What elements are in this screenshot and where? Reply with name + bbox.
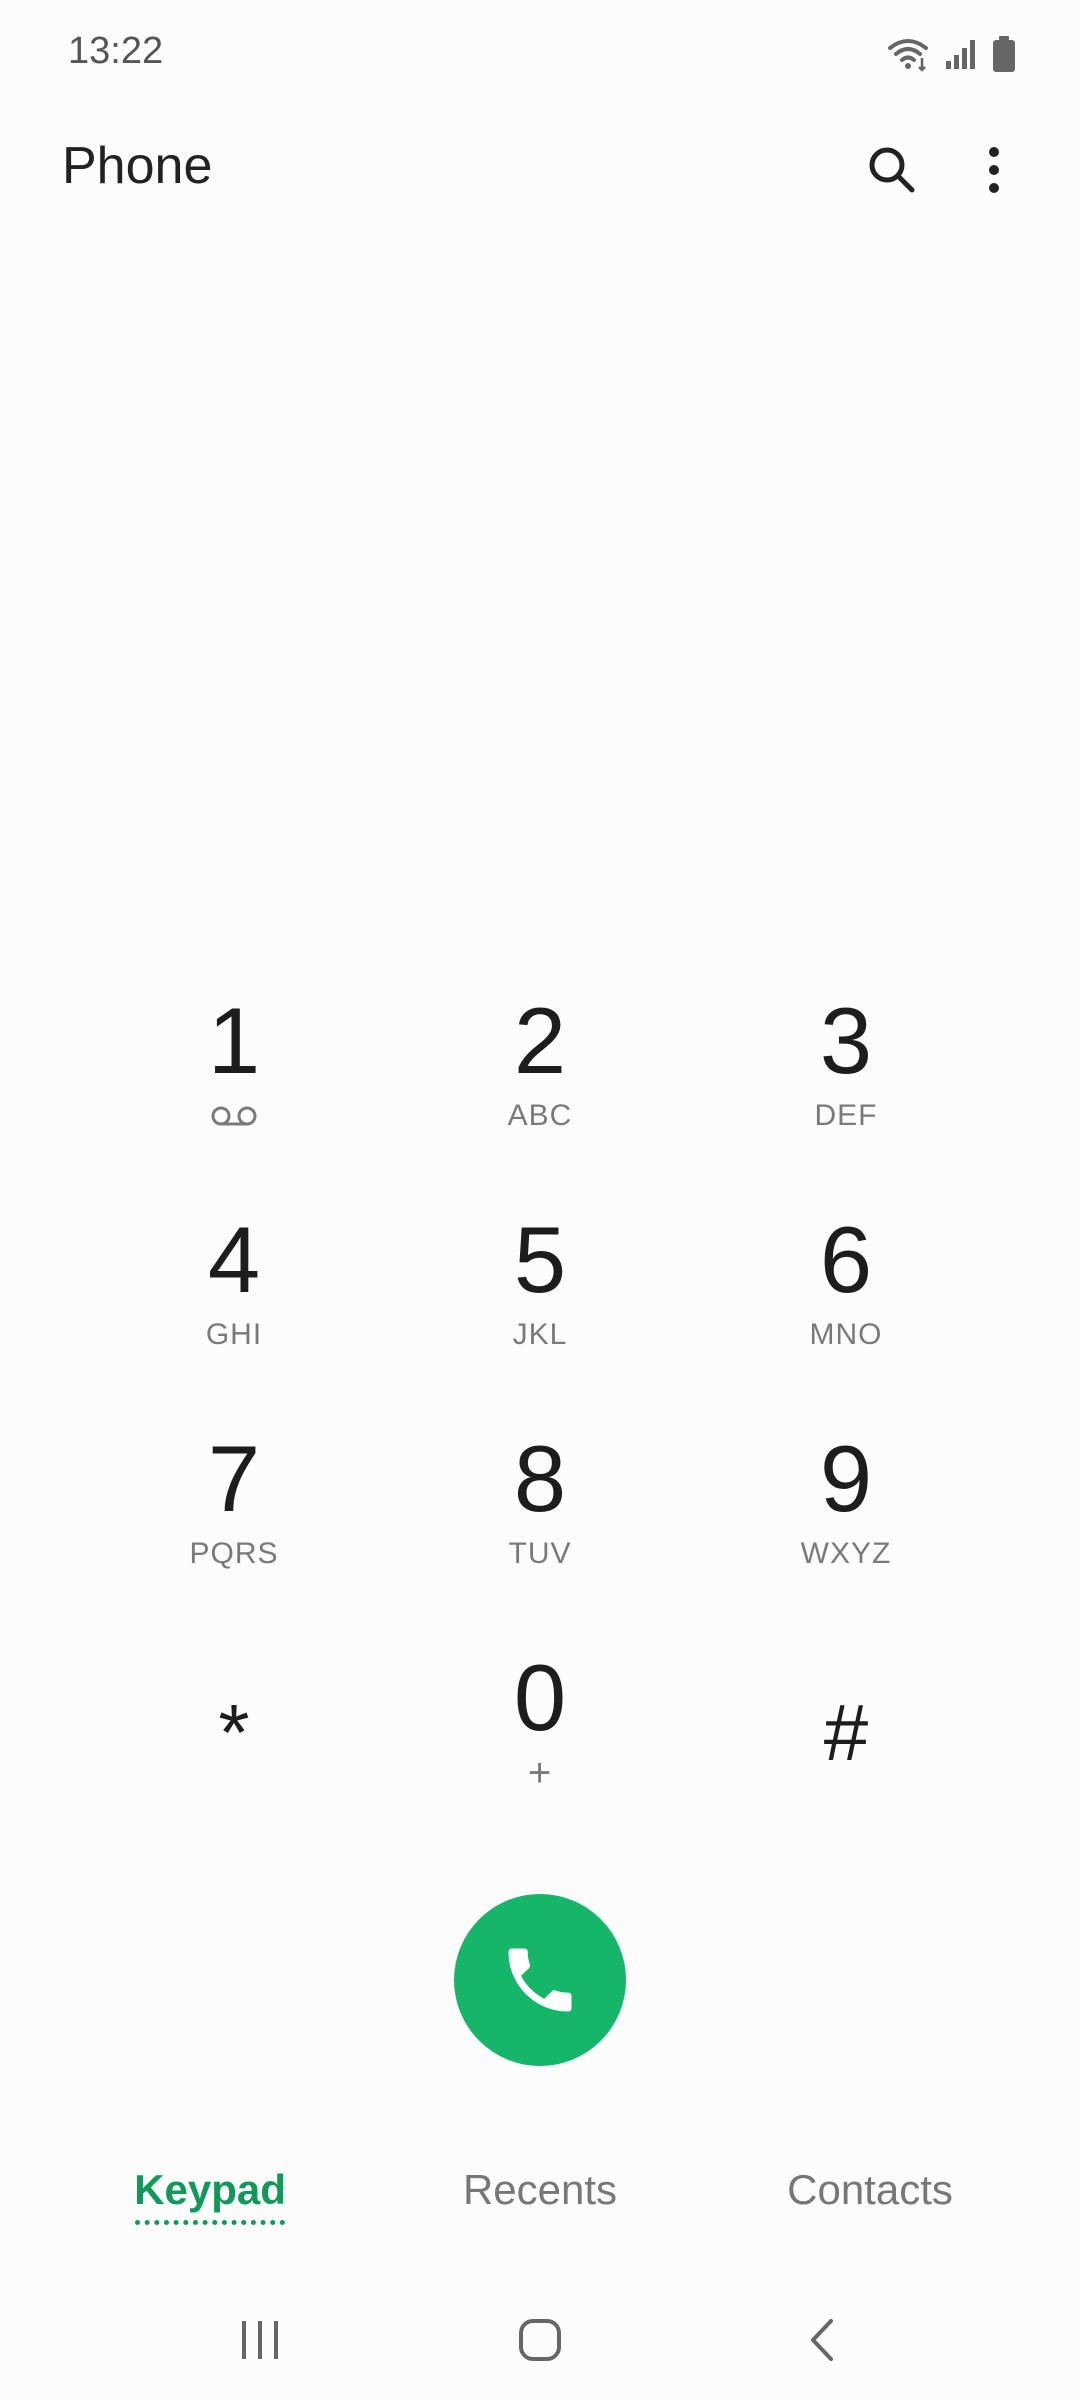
key-9[interactable]: 9 WXYZ bbox=[716, 1408, 976, 1608]
key-5[interactable]: 5 JKL bbox=[410, 1189, 670, 1389]
more-options-button[interactable] bbox=[954, 130, 1034, 210]
home-icon bbox=[519, 2319, 561, 2361]
key-digit: 8 bbox=[513, 1426, 567, 1531]
wifi-icon bbox=[886, 36, 930, 72]
key-4[interactable]: 4 GHI bbox=[104, 1189, 364, 1389]
search-button[interactable] bbox=[852, 130, 932, 210]
call-button[interactable] bbox=[454, 1894, 626, 2066]
key-digit: 7 bbox=[207, 1426, 261, 1531]
key-digit: 6 bbox=[819, 1207, 873, 1312]
key-digit: 1 bbox=[207, 988, 261, 1093]
key-hash[interactable]: # bbox=[716, 1627, 976, 1827]
key-digit: * bbox=[218, 1688, 250, 1777]
key-digit: 9 bbox=[819, 1426, 873, 1531]
tab-label: Contacts bbox=[787, 2166, 953, 2213]
app-header: Phone bbox=[0, 120, 1080, 220]
key-0[interactable]: 0 + bbox=[410, 1627, 670, 1827]
phone-icon bbox=[508, 1948, 572, 2012]
recent-apps-button[interactable] bbox=[210, 2300, 310, 2380]
tab-keypad[interactable]: Keypad bbox=[120, 2166, 300, 2246]
bottom-tabs: Keypad Recents Contacts bbox=[0, 2150, 1080, 2260]
key-2[interactable]: 2 ABC bbox=[410, 970, 670, 1170]
recent-apps-icon bbox=[242, 2321, 278, 2359]
voicemail-icon bbox=[211, 1096, 257, 1136]
tab-recents[interactable]: Recents bbox=[430, 2166, 650, 2246]
tab-contacts[interactable]: Contacts bbox=[760, 2166, 980, 2246]
status-time: 13:22 bbox=[68, 30, 164, 72]
home-button[interactable] bbox=[490, 2300, 590, 2380]
key-1[interactable]: 1 bbox=[104, 970, 364, 1170]
tab-label: Keypad bbox=[134, 2166, 286, 2213]
key-digit: 2 bbox=[513, 988, 567, 1093]
key-8[interactable]: 8 TUV bbox=[410, 1408, 670, 1608]
signal-icon bbox=[944, 37, 978, 71]
key-digit: 0 bbox=[513, 1645, 567, 1750]
key-6[interactable]: 6 MNO bbox=[716, 1189, 976, 1389]
key-digit: 3 bbox=[819, 988, 873, 1093]
system-nav-bar bbox=[0, 2290, 1080, 2390]
key-letters: PQRS bbox=[189, 1537, 279, 1570]
key-letters: DEF bbox=[814, 1099, 878, 1132]
key-digit: # bbox=[823, 1688, 869, 1777]
key-letters: JKL bbox=[512, 1318, 568, 1351]
more-options-icon bbox=[989, 147, 999, 193]
key-7[interactable]: 7 PQRS bbox=[104, 1408, 364, 1608]
key-digit: 5 bbox=[513, 1207, 567, 1312]
key-letters: TUV bbox=[508, 1537, 572, 1570]
search-icon bbox=[869, 147, 915, 193]
back-button[interactable] bbox=[772, 2300, 872, 2380]
status-icons bbox=[886, 34, 1016, 74]
back-icon bbox=[811, 2319, 833, 2361]
key-digit: 4 bbox=[207, 1207, 261, 1312]
key-letters: WXYZ bbox=[800, 1537, 892, 1570]
key-letters: MNO bbox=[809, 1318, 883, 1351]
status-bar: 13:22 bbox=[0, 0, 1080, 110]
key-letters: ABC bbox=[507, 1099, 573, 1132]
page-title: Phone bbox=[62, 137, 213, 195]
battery-icon bbox=[992, 36, 1016, 72]
active-tab-indicator bbox=[135, 2220, 285, 2225]
key-letters: GHI bbox=[205, 1318, 263, 1351]
tab-label: Recents bbox=[462, 2166, 618, 2213]
key-3[interactable]: 3 DEF bbox=[716, 970, 976, 1170]
key-letters: + bbox=[527, 1751, 553, 1795]
key-star[interactable]: * bbox=[104, 1627, 364, 1827]
